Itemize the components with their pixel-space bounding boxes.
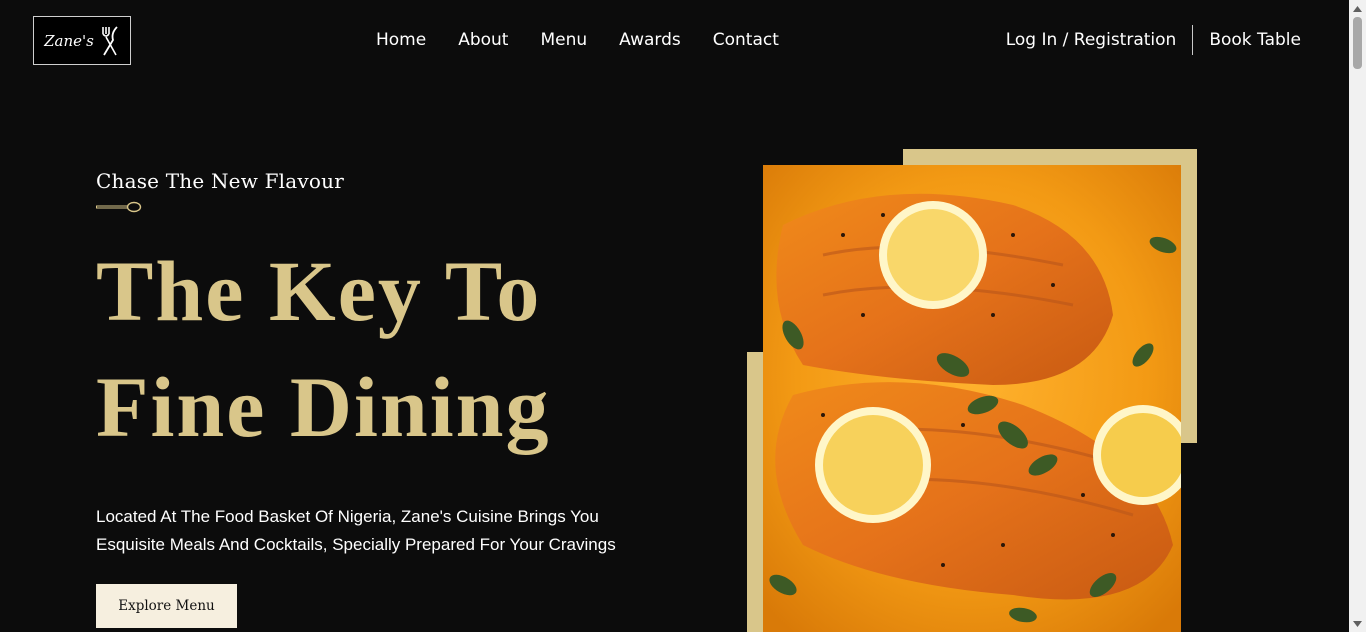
hero-subtitle: Chase The New Flavour xyxy=(96,169,344,193)
top-navbar: Zane's Home About Menu Awards Contact Lo… xyxy=(0,0,1349,80)
nav-link-about[interactable]: About xyxy=(442,29,524,51)
brand-logo[interactable]: Zane's xyxy=(33,16,131,65)
hero-title-line-2: Fine Dining xyxy=(96,359,551,455)
nav-link-home[interactable]: Home xyxy=(360,29,442,51)
scrollbar-thumb[interactable] xyxy=(1353,17,1362,69)
login-registration-link[interactable]: Log In / Registration xyxy=(1006,25,1193,55)
nav-actions: Log In / Registration Book Table xyxy=(1006,25,1301,55)
hero-text: Chase The New Flavour The Key To Fine Di… xyxy=(96,165,716,628)
salmon-dish-image xyxy=(763,165,1181,632)
page-scrollbar[interactable] xyxy=(1349,0,1366,632)
book-table-link[interactable]: Book Table xyxy=(1193,25,1301,55)
explore-menu-button[interactable]: Explore Menu xyxy=(96,584,237,628)
brand-logo-text: Zane's xyxy=(44,31,94,50)
fork-knife-icon xyxy=(102,25,118,55)
hero-image-block xyxy=(747,149,1197,632)
scroll-up-arrow-icon[interactable] xyxy=(1349,0,1366,17)
hero-title: The Key To Fine Dining xyxy=(96,233,716,465)
nav-link-awards[interactable]: Awards xyxy=(603,29,697,51)
main-nav: Home About Menu Awards Contact xyxy=(360,29,795,51)
nav-link-contact[interactable]: Contact xyxy=(697,29,795,51)
spoon-icon xyxy=(96,201,142,213)
hero-description: Located At The Food Basket Of Nigeria, Z… xyxy=(96,507,616,554)
scroll-down-arrow-icon[interactable] xyxy=(1349,615,1366,632)
hero-title-line-1: The Key To xyxy=(96,243,542,339)
nav-link-menu[interactable]: Menu xyxy=(524,29,603,51)
